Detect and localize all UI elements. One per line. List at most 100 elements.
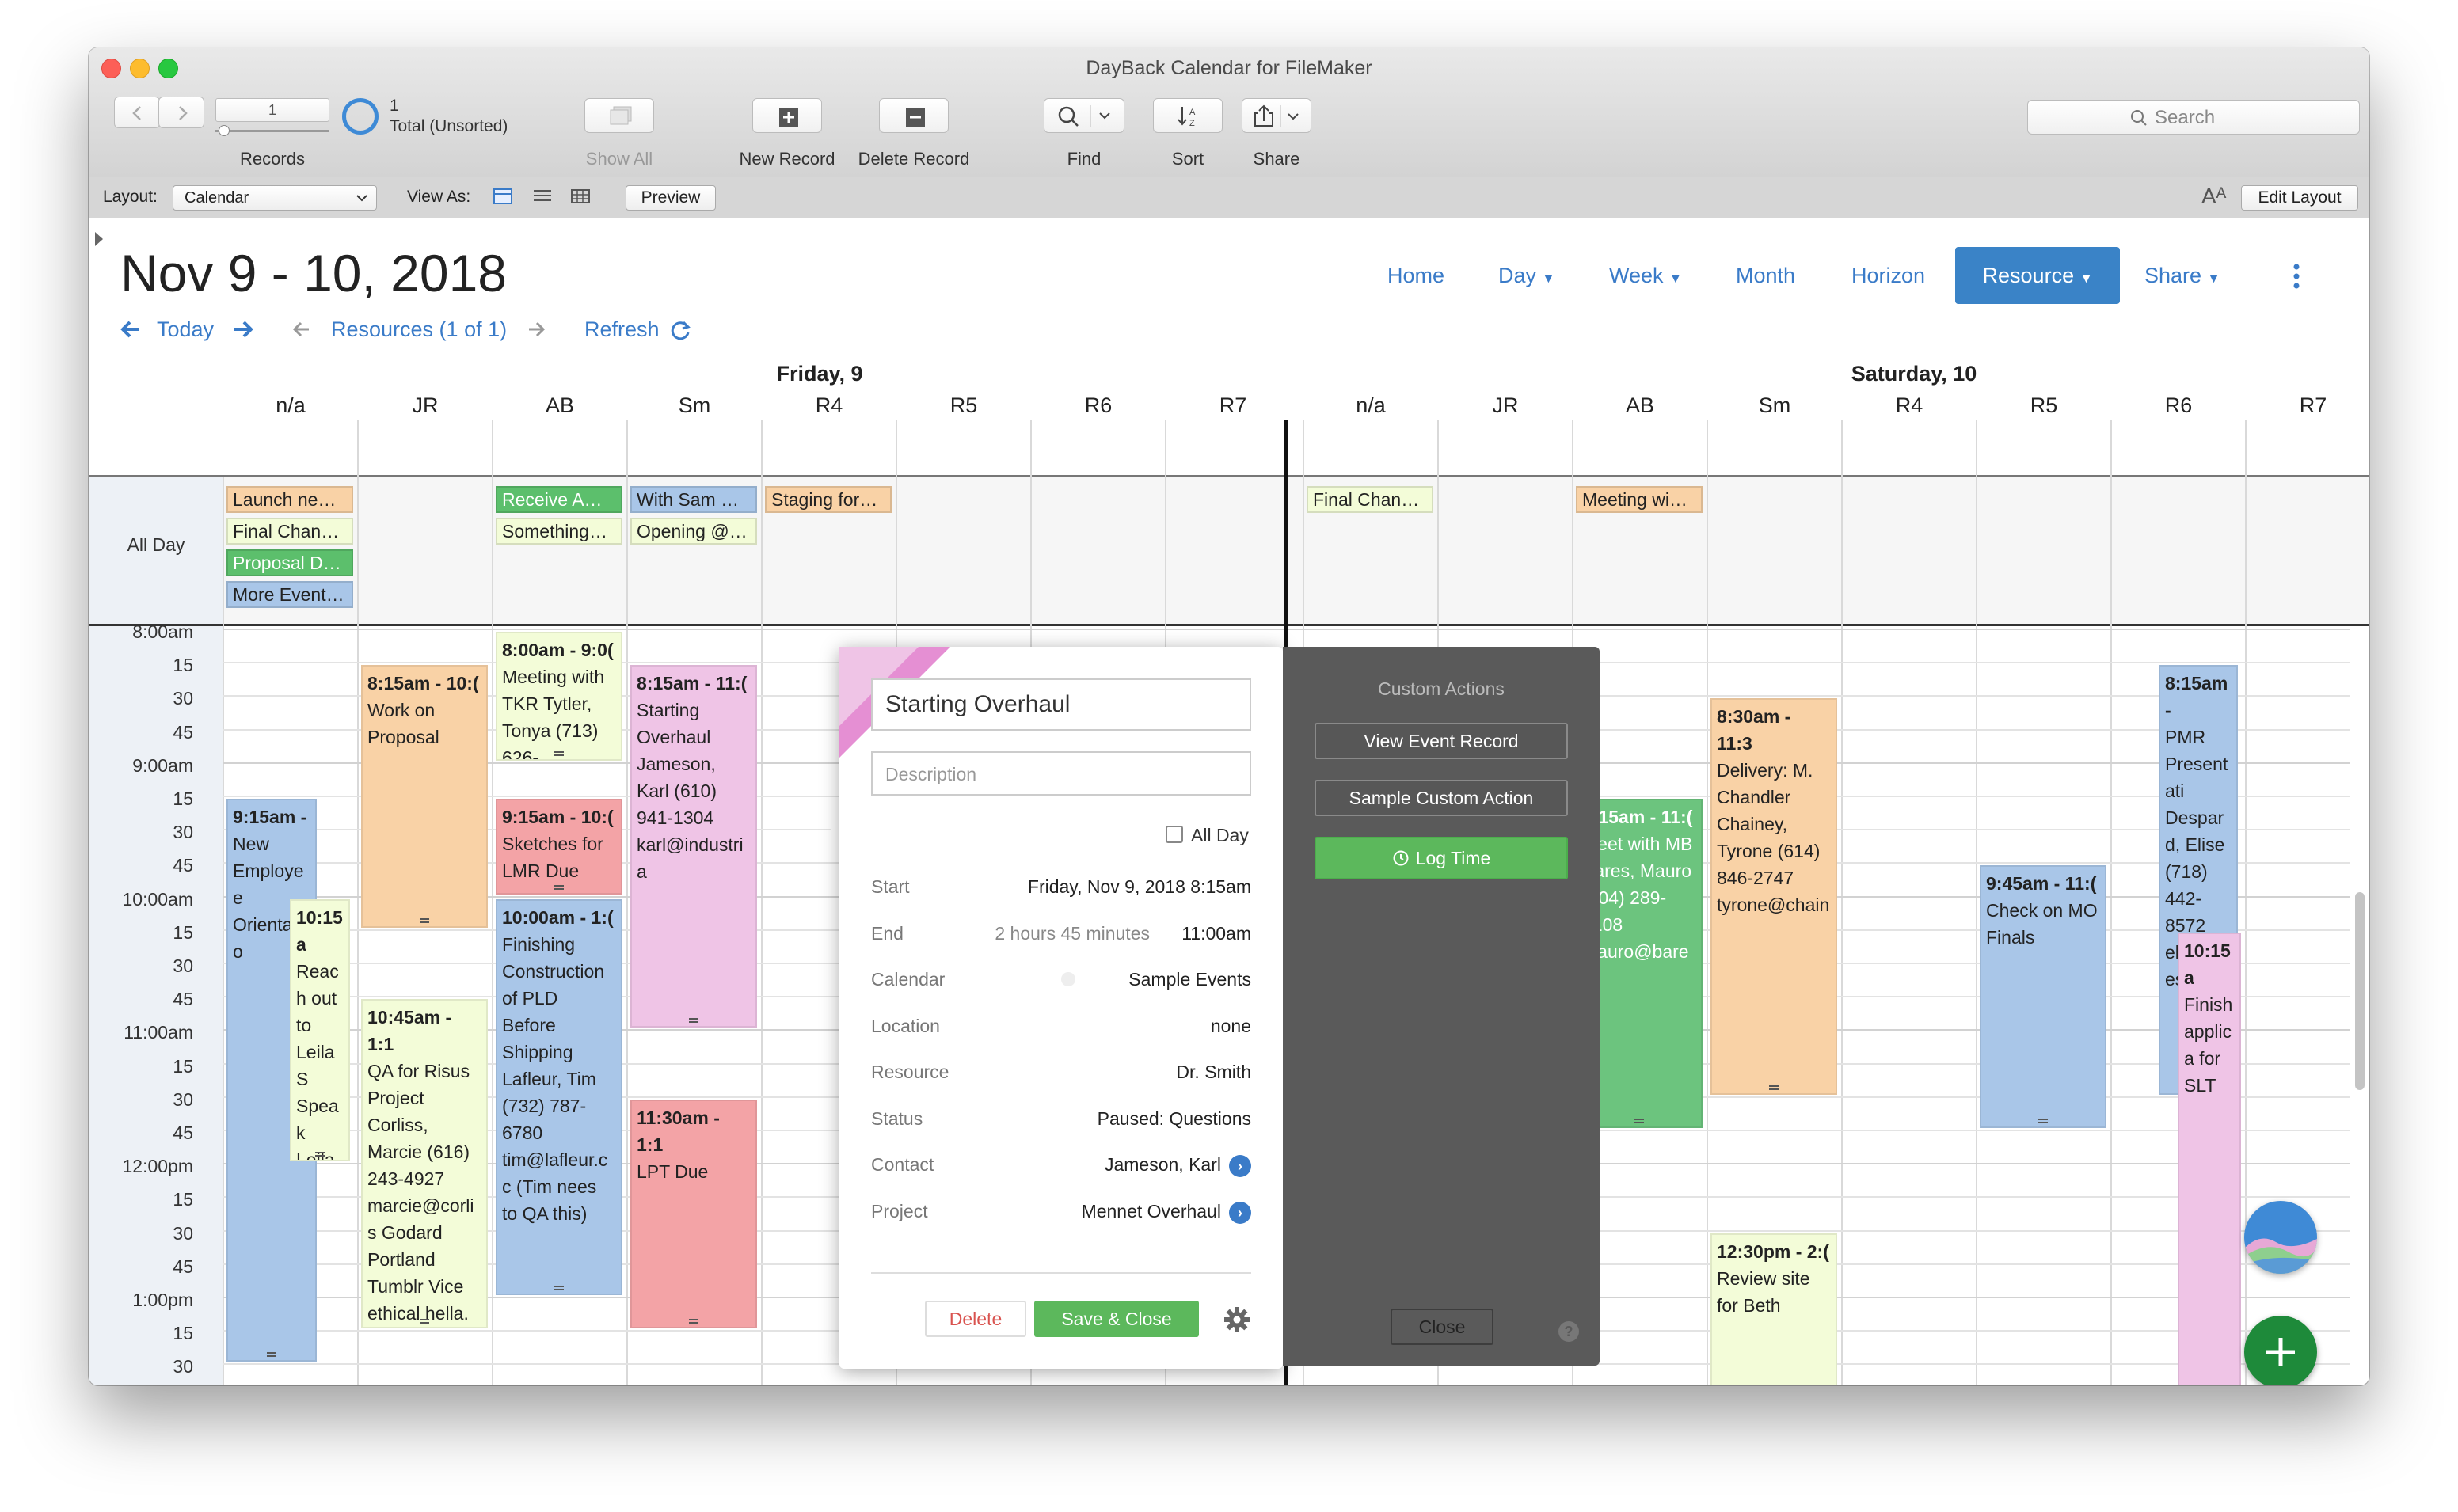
sample-custom-action-button[interactable]: Sample Custom Action xyxy=(1315,780,1568,816)
calendar-event[interactable]: 11:30am - 1:1 LPT Due xyxy=(630,1099,757,1329)
view-home-button[interactable]: Home xyxy=(1387,247,1444,304)
record-number-input[interactable]: 1 xyxy=(215,98,329,122)
field-value[interactable]: Friday, Nov 9, 2018 8:15am xyxy=(1028,876,1251,898)
field-value[interactable]: Dr. Smith xyxy=(1176,1062,1251,1083)
prev-resources-arrow-icon[interactable] xyxy=(291,319,312,340)
share-button[interactable] xyxy=(1242,98,1311,133)
view-event-record-button[interactable]: View Event Record xyxy=(1315,723,1568,759)
resize-handle[interactable] xyxy=(1769,1085,1779,1090)
back-record-button[interactable] xyxy=(114,97,160,128)
show-all-button[interactable] xyxy=(584,98,654,133)
vertical-scrollbar[interactable] xyxy=(2355,892,2365,1090)
resource-header[interactable]: R4 xyxy=(762,393,896,418)
resource-header[interactable]: Sm xyxy=(1707,393,1842,418)
resize-handle[interactable] xyxy=(554,1285,564,1290)
calendar-event[interactable]: 10:15a Reach out to Leila S Speak Leila (… xyxy=(290,898,350,1162)
calendar-event[interactable]: 8:15am - 11:(Starting Overhaul Jameson, … xyxy=(630,665,757,1028)
resource-header[interactable]: AB xyxy=(493,393,627,418)
next-resources-arrow-icon[interactable] xyxy=(526,319,546,340)
resize-handle[interactable] xyxy=(2038,1118,2048,1123)
resource-header[interactable]: R6 xyxy=(2111,393,2246,418)
today-button[interactable]: Today xyxy=(157,317,214,342)
all-day-event[interactable]: More Event… xyxy=(226,581,353,608)
resource-header[interactable]: JR xyxy=(358,393,493,418)
resource-header[interactable]: R7 xyxy=(1166,393,1300,418)
all-day-event[interactable]: Final Chang… xyxy=(1307,486,1433,513)
resource-header[interactable]: R7 xyxy=(2246,393,2369,418)
resource-header[interactable]: R5 xyxy=(1977,393,2111,418)
all-day-event[interactable]: With Sam … xyxy=(630,486,757,513)
refresh-icon[interactable] xyxy=(670,319,692,341)
resource-header[interactable]: n/a xyxy=(223,393,358,418)
more-vertical-icon[interactable] xyxy=(2292,263,2301,290)
description-textarea[interactable]: Description xyxy=(871,751,1251,796)
resize-handle[interactable] xyxy=(267,1352,276,1358)
view-horizon-button[interactable]: Horizon xyxy=(1851,247,1925,304)
event-title-input[interactable]: Starting Overhaul xyxy=(871,678,1251,731)
all-day-event[interactable]: Opening @… xyxy=(630,518,757,545)
find-button[interactable] xyxy=(1044,98,1124,133)
list-view-icon[interactable] xyxy=(532,188,553,207)
calendar-event[interactable]: 10:00am - 1:(Finishing Construction of P… xyxy=(496,898,622,1295)
calendar-event[interactable]: 10:15a Finish applica for SLT xyxy=(2178,932,2241,1385)
resize-handle[interactable] xyxy=(420,917,429,923)
all-day-event[interactable]: Staging for… xyxy=(765,486,892,513)
save-close-button[interactable]: Save & Close xyxy=(1034,1301,1199,1337)
resize-handle[interactable] xyxy=(420,1319,429,1324)
record-slider[interactable] xyxy=(215,130,329,132)
all-day-event[interactable]: Final Chang… xyxy=(226,518,353,545)
resource-header[interactable]: Sm xyxy=(627,393,762,418)
calendar-event[interactable]: 9:15am - 10:(Sketches for LMR Due xyxy=(496,799,622,895)
close-panel-button[interactable]: Close xyxy=(1391,1309,1493,1345)
sort-button[interactable]: AZ xyxy=(1153,98,1223,133)
field-value[interactable]: none xyxy=(1211,1016,1251,1037)
font-size-icon[interactable]: Aᴬ xyxy=(2201,184,2226,209)
calendar-event[interactable]: 9:45am - 11:(Check on MO Finals xyxy=(1980,865,2106,1128)
prev-date-arrow-icon[interactable] xyxy=(119,317,143,341)
dayback-logo-button[interactable] xyxy=(2244,1201,2317,1274)
gear-icon[interactable] xyxy=(1223,1305,1251,1334)
navigate-arrow-icon[interactable]: › xyxy=(1229,1201,1251,1224)
new-record-button[interactable] xyxy=(752,98,822,133)
resize-handle[interactable] xyxy=(689,1018,698,1024)
resource-header[interactable]: R5 xyxy=(896,393,1031,418)
forward-record-button[interactable] xyxy=(158,97,204,128)
help-icon[interactable]: ? xyxy=(1558,1321,1579,1342)
resource-header[interactable]: n/a xyxy=(1303,393,1438,418)
field-value[interactable]: Jameson, Karl xyxy=(1105,1154,1221,1176)
resize-handle[interactable] xyxy=(554,750,564,756)
edit-layout-button[interactable]: Edit Layout xyxy=(2241,185,2358,211)
all-day-event[interactable]: Receive A… xyxy=(496,486,622,513)
preview-button[interactable]: Preview xyxy=(626,185,716,211)
table-view-icon[interactable] xyxy=(570,188,591,207)
resource-header[interactable]: AB xyxy=(1573,393,1707,418)
all-day-event[interactable]: Launch ne… xyxy=(226,486,353,513)
field-value[interactable]: Mennet Overhaul xyxy=(1082,1201,1221,1222)
view-week-button[interactable]: Week ▼ xyxy=(1609,247,1682,304)
record-slider-thumb[interactable] xyxy=(219,125,230,136)
resize-handle[interactable] xyxy=(689,1319,698,1324)
all-day-checkbox[interactable] xyxy=(1166,826,1183,843)
expand-sidebar-icon[interactable] xyxy=(93,230,105,248)
resize-handle[interactable] xyxy=(315,1152,325,1157)
resize-handle[interactable] xyxy=(554,884,564,890)
resource-header[interactable]: R6 xyxy=(1031,393,1166,418)
field-value[interactable]: Paused: Questions xyxy=(1098,1108,1251,1130)
log-time-button[interactable]: Log Time xyxy=(1315,837,1568,879)
resource-header[interactable]: R4 xyxy=(1842,393,1977,418)
all-day-event[interactable]: Meeting wi… xyxy=(1576,486,1703,513)
all-day-event[interactable]: Something… xyxy=(496,518,622,545)
refresh-button[interactable]: Refresh xyxy=(584,317,660,342)
resources-button[interactable]: Resources (1 of 1) xyxy=(331,317,507,342)
delete-record-button[interactable] xyxy=(879,98,949,133)
delete-event-button[interactable]: Delete xyxy=(925,1301,1026,1337)
layout-select[interactable]: Calendar xyxy=(173,185,377,211)
field-value[interactable]: 11:00am xyxy=(1181,923,1251,944)
calendar-event[interactable]: 8:30am - 11:3 Delivery: M. Chandler Chain… xyxy=(1710,698,1837,1095)
share-menu-button[interactable]: Share ▼ xyxy=(2144,247,2220,304)
resource-header[interactable]: JR xyxy=(1438,393,1573,418)
calendar-event[interactable]: 10:45am - 1:1 QA for Risus Project Corlis… xyxy=(361,999,488,1329)
calendar-event[interactable]: 8:00am - 9:0(Meeting with TKR Tytler, To… xyxy=(496,632,622,761)
resize-handle[interactable] xyxy=(1634,1119,1644,1123)
search-field[interactable]: Search xyxy=(2027,100,2360,135)
